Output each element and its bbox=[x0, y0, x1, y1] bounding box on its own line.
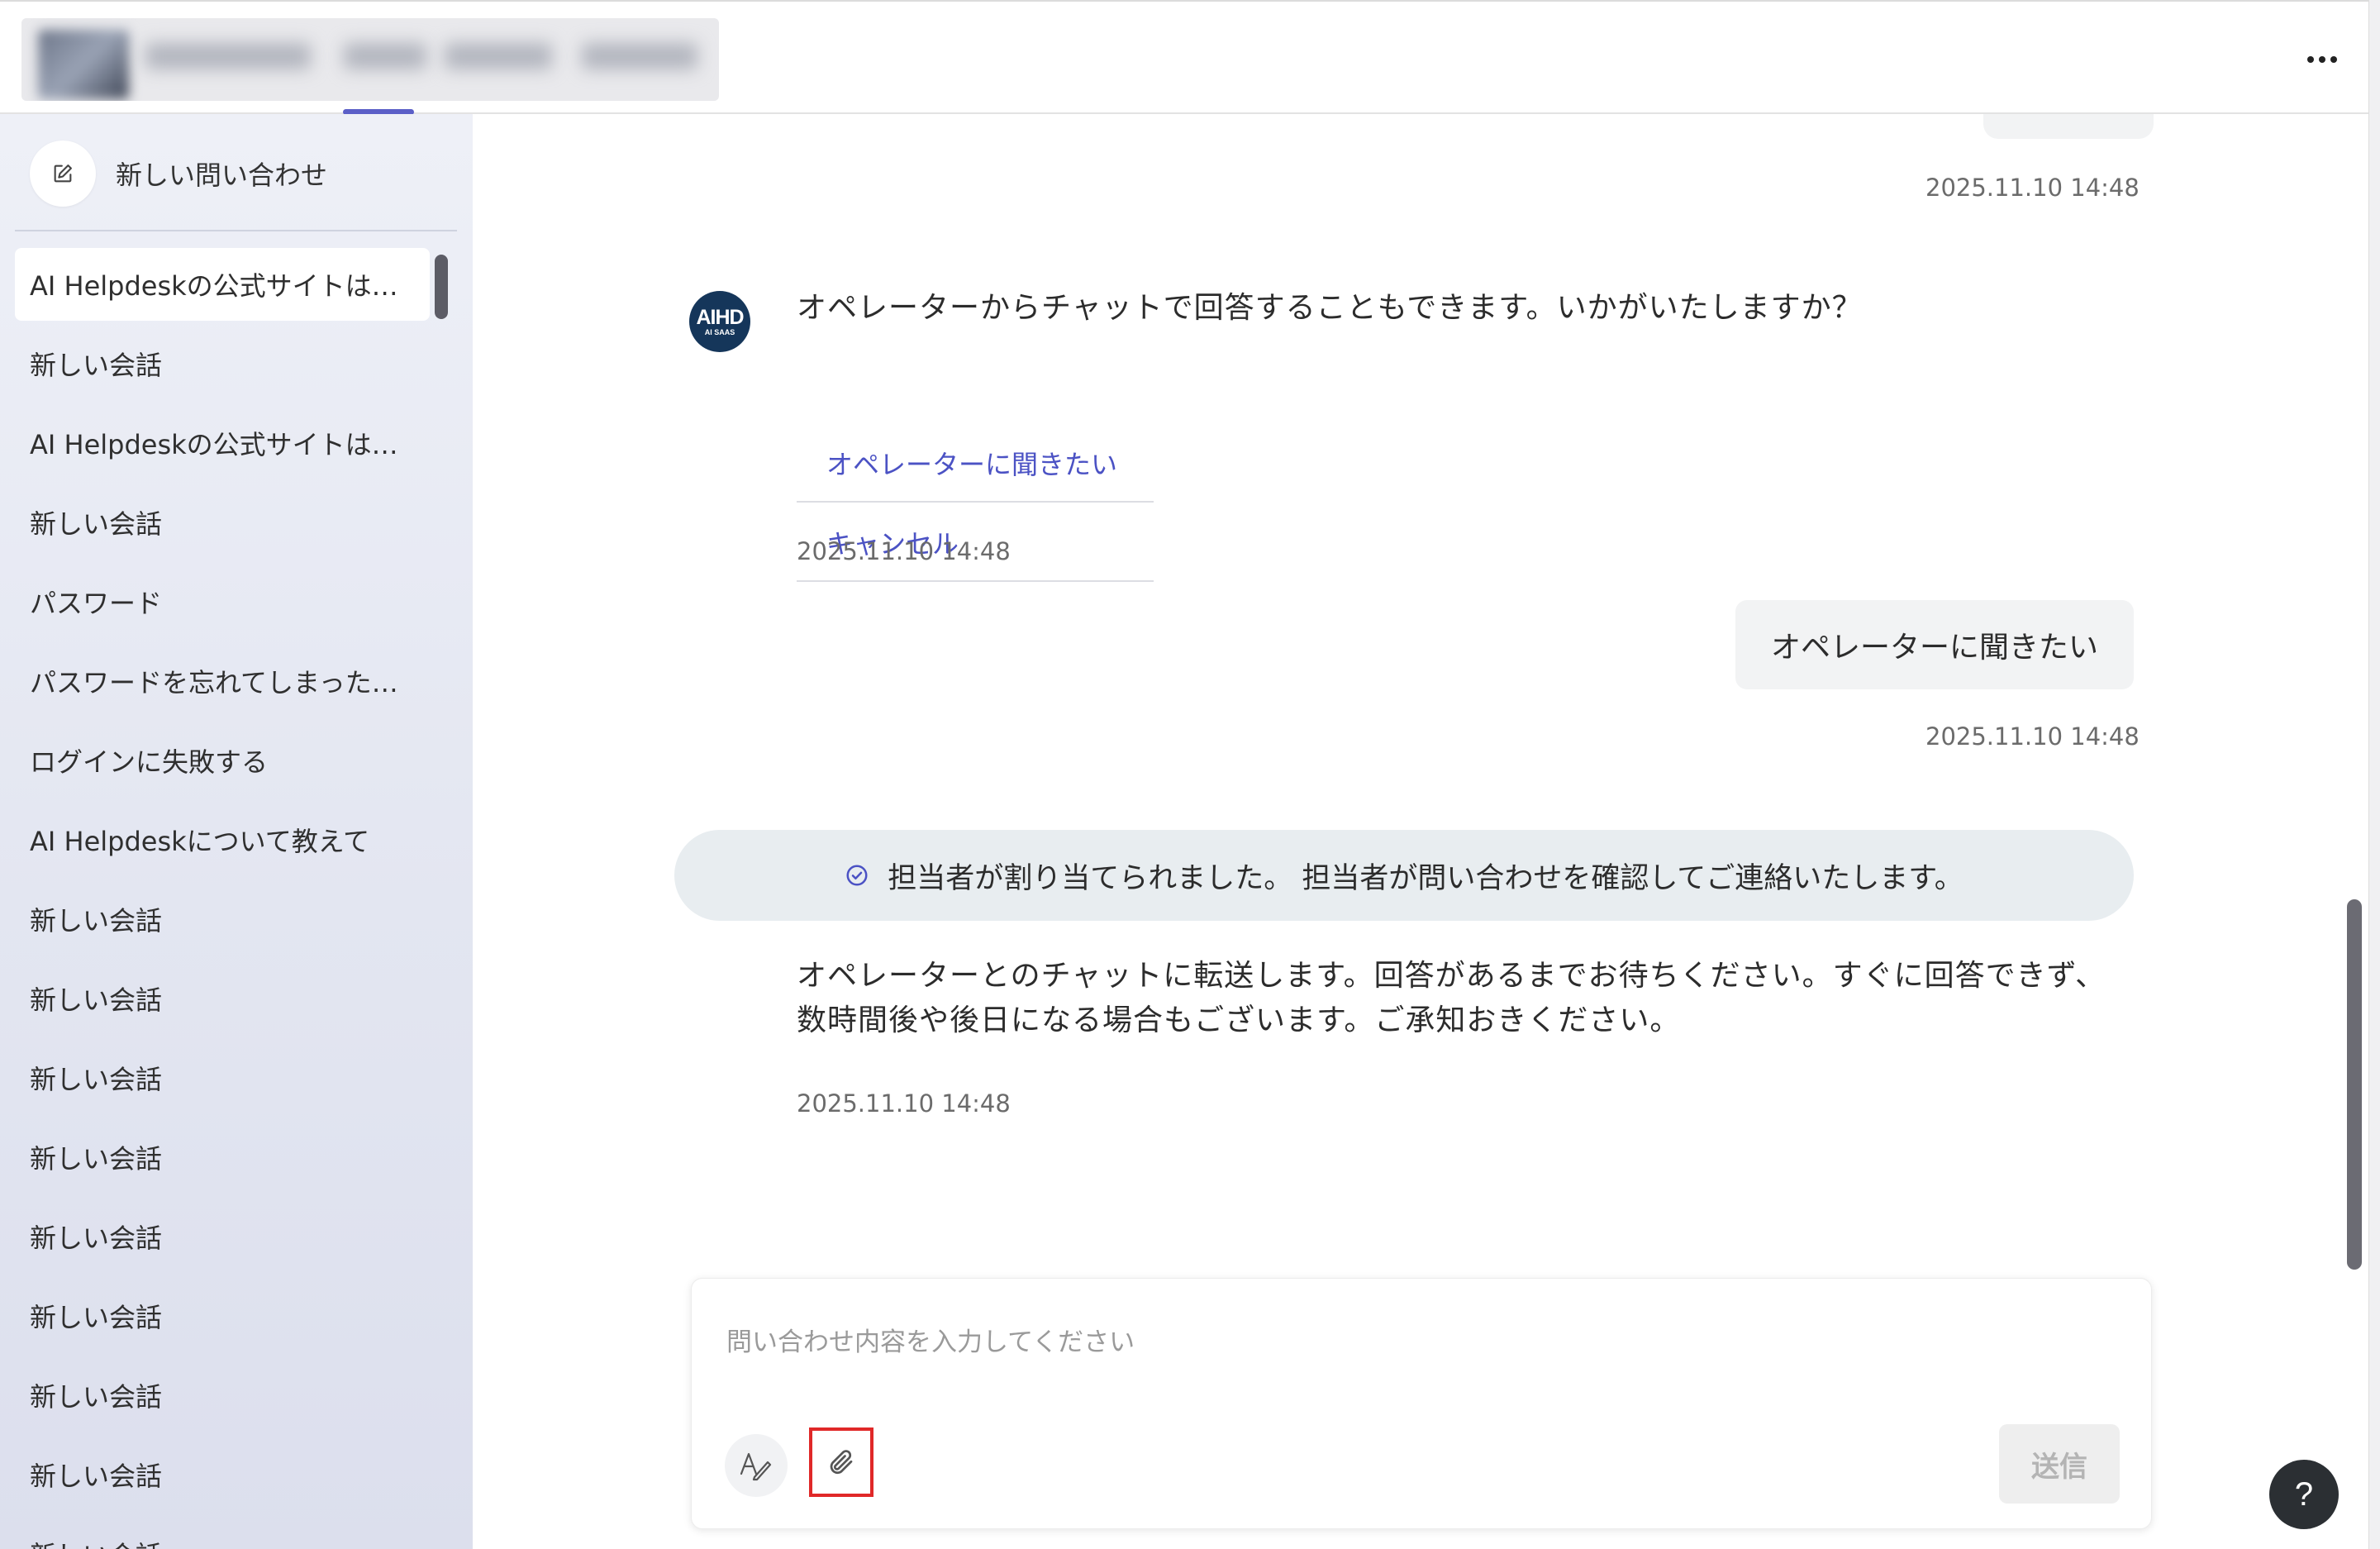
bot-message-line-2: 数時間後や後日になる場合もございます。ご承知おきください。 bbox=[797, 1003, 1681, 1037]
blurred-brand-area bbox=[21, 18, 719, 101]
conversation-label: AI Helpdeskの公式サイトは… bbox=[30, 429, 398, 460]
sidebar-conversation-item[interactable]: 新しい会話 bbox=[15, 962, 430, 1035]
more-options-icon[interactable] bbox=[2297, 36, 2347, 83]
conversation-list: AI Helpdeskの公式サイトは… 新しい会話 AI Helpdeskの公式サイ… bbox=[15, 248, 430, 1549]
new-inquiry-button[interactable]: 新しい問い合わせ bbox=[30, 139, 443, 208]
conversation-label: 新しい会話 bbox=[30, 905, 163, 937]
sidebar-conversation-item[interactable]: AI Helpdeskについて教えて bbox=[15, 803, 430, 876]
send-button[interactable]: 送信 bbox=[1999, 1424, 2120, 1504]
conversation-label: 新しい会話 bbox=[30, 508, 163, 540]
blurred-brand-name bbox=[145, 43, 311, 69]
sidebar-conversation-item[interactable]: 新しい会話 bbox=[15, 1280, 430, 1352]
option-ask-operator[interactable]: オペレーターに聞きたい bbox=[797, 425, 1154, 503]
paperclip-icon[interactable] bbox=[809, 1427, 873, 1497]
sidebar-conversation-item[interactable]: パスワード bbox=[15, 565, 430, 638]
message-timestamp: 2025.11.10 14:48 bbox=[1925, 722, 2140, 751]
sidebar-conversation-item[interactable]: 新しい会話 bbox=[15, 883, 430, 956]
bot-avatar: AIHD AI SAAS bbox=[689, 291, 750, 352]
help-button[interactable]: ? bbox=[2269, 1460, 2339, 1529]
sidebar-conversation-item[interactable]: 新しい会話 bbox=[15, 1518, 430, 1549]
conversation-label: 新しい会話 bbox=[30, 1381, 163, 1413]
conversation-label: 新しい会話 bbox=[30, 1143, 163, 1175]
conversation-label: 新しい会話 bbox=[30, 1223, 163, 1254]
assignment-notice: 担当者が割り当てられました。 担当者が問い合わせを確認してご連絡いたします。 bbox=[674, 830, 2134, 921]
edit-square-icon bbox=[30, 141, 96, 207]
sidebar-conversation-item[interactable]: 新しい会話 bbox=[15, 327, 430, 400]
sidebar-conversation-item[interactable]: 新しい会話 bbox=[15, 1438, 430, 1511]
check-circle-icon bbox=[845, 863, 869, 888]
sidebar-conversation-item[interactable]: AI Helpdeskの公式サイトは… bbox=[15, 407, 430, 479]
sidebar-conversation-item[interactable]: 新しい会話 bbox=[15, 1121, 430, 1194]
conversation-label: 新しい会話 bbox=[30, 1461, 163, 1492]
message-composer: 送信 bbox=[691, 1278, 2152, 1529]
conversation-label: ログインに失敗する bbox=[30, 746, 269, 778]
user-message-bubble: オペレーターに聞きたい bbox=[1735, 600, 2134, 689]
bot-message: オペレーターからチャットで回答することもできます。いかがいたしますか？ bbox=[797, 291, 1863, 325]
conversation-label: AI Helpdeskについて教えて bbox=[30, 826, 370, 857]
sidebar-conversation-item[interactable]: 新しい会話 bbox=[15, 1041, 430, 1114]
message-input[interactable] bbox=[725, 1318, 2100, 1366]
conversation-label: 新しい会話 bbox=[30, 1302, 163, 1333]
blurred-tab-3[interactable] bbox=[582, 43, 697, 69]
message-timestamp: 2025.11.10 14:48 bbox=[797, 537, 1011, 565]
sidebar-conversation-item[interactable]: AI Helpdeskの公式サイトは… bbox=[15, 248, 430, 321]
sidebar: 新しい問い合わせ AI Helpdeskの公式サイトは… 新しい会話 AI Help… bbox=[0, 114, 473, 1549]
blurred-tab-2[interactable] bbox=[445, 43, 552, 69]
conversation-label: パスワード bbox=[30, 588, 163, 619]
sidebar-conversation-item[interactable]: 新しい会話 bbox=[15, 486, 430, 559]
conversation-label: パスワードを忘れてしまった… bbox=[30, 667, 398, 698]
conversation-label: 新しい会話 bbox=[30, 350, 163, 381]
text-format-icon[interactable] bbox=[725, 1434, 788, 1497]
new-inquiry-label: 新しい問い合わせ bbox=[116, 160, 328, 191]
bot-message-line-1: オペレーターとのチャットに転送します。回答があるまでお待ちください。すぐに回答で… bbox=[797, 959, 2106, 993]
sidebar-conversation-item[interactable]: 新しい会話 bbox=[15, 1359, 430, 1432]
blurred-tab-1[interactable] bbox=[344, 43, 426, 69]
conversation-label: AI Helpdeskの公式サイトは… bbox=[30, 270, 398, 302]
message-timestamp: 2025.11.10 14:48 bbox=[797, 1089, 1011, 1118]
previous-user-bubble bbox=[1983, 114, 2154, 139]
brand-logo bbox=[38, 30, 129, 99]
sidebar-conversation-item[interactable]: ログインに失敗する bbox=[15, 724, 430, 797]
top-bar bbox=[0, 0, 2368, 115]
assignment-notice-text: 担当者が割り当てられました。 担当者が問い合わせを確認してご連絡いたします。 bbox=[888, 861, 1963, 895]
message-timestamp: 2025.11.10 14:48 bbox=[1925, 174, 2140, 202]
conversation-label: 新しい会話 bbox=[30, 1535, 162, 1549]
chat-area: 2025.11.10 14:48 AIHD AI SAAS オペレーターからチャ… bbox=[473, 114, 2368, 1549]
sidebar-conversation-item[interactable]: 新しい会話 bbox=[15, 1200, 430, 1273]
conversation-label: 新しい会話 bbox=[30, 1064, 163, 1095]
conversation-label: 新しい会話 bbox=[30, 984, 163, 1016]
chat-scrollbar[interactable] bbox=[2347, 899, 2362, 1270]
window-edge-scrollbar bbox=[2368, 0, 2380, 1549]
sidebar-divider bbox=[15, 230, 457, 231]
sidebar-conversation-item[interactable]: パスワードを忘れてしまった… bbox=[15, 645, 430, 717]
sidebar-scrollbar[interactable] bbox=[435, 255, 448, 319]
